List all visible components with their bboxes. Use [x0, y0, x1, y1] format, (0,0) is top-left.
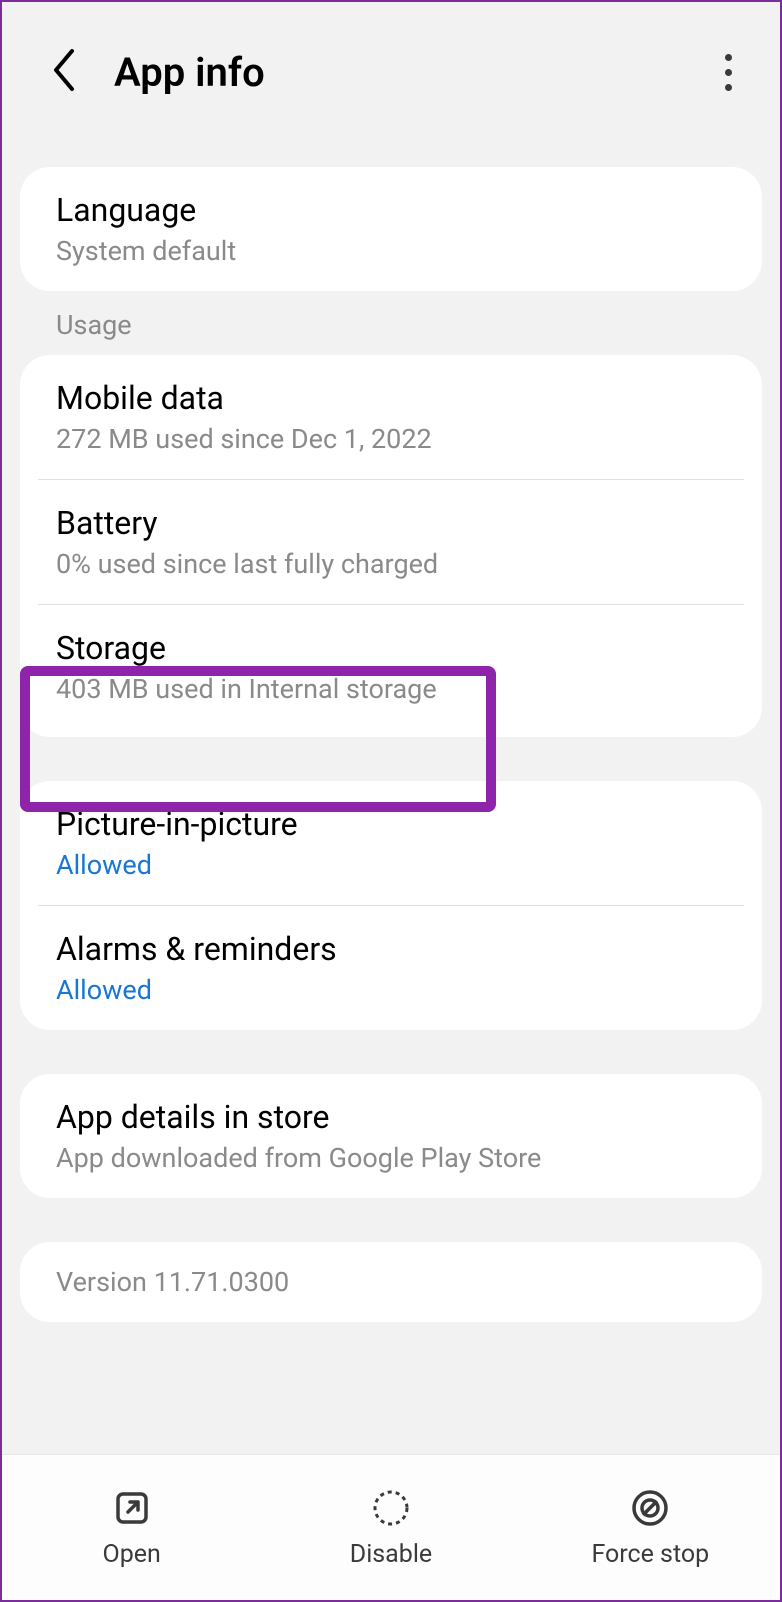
disable-icon	[369, 1486, 413, 1530]
disable-label: Disable	[350, 1540, 432, 1569]
pip-title: Picture-in-picture	[56, 805, 726, 843]
version-card: Version 11.71.0300	[20, 1242, 762, 1322]
open-button[interactable]: Open	[2, 1455, 261, 1600]
version-text: Version 11.71.0300	[56, 1266, 726, 1298]
page-title: App info	[114, 49, 709, 96]
language-title: Language	[56, 191, 726, 229]
battery-item[interactable]: Battery 0% used since last fully charged	[20, 480, 762, 604]
header: App info	[2, 2, 780, 142]
storage-title: Storage	[56, 629, 726, 667]
app-details-card: App details in store App downloaded from…	[20, 1074, 762, 1198]
language-item[interactable]: Language System default	[20, 167, 762, 291]
back-icon[interactable]	[50, 47, 78, 97]
open-icon	[110, 1486, 154, 1530]
storage-item[interactable]: Storage 403 MB used in Internal storage	[20, 605, 762, 737]
language-card: Language System default	[20, 167, 762, 291]
language-subtitle: System default	[56, 235, 726, 267]
mobile-data-item[interactable]: Mobile data 272 MB used since Dec 1, 202…	[20, 355, 762, 479]
disable-button[interactable]: Disable	[261, 1455, 520, 1600]
alarms-title: Alarms & reminders	[56, 930, 726, 968]
battery-title: Battery	[56, 504, 726, 542]
alarms-subtitle: Allowed	[56, 974, 726, 1006]
usage-card: Mobile data 272 MB used since Dec 1, 202…	[20, 355, 762, 737]
pip-subtitle: Allowed	[56, 849, 726, 881]
battery-subtitle: 0% used since last fully charged	[56, 548, 726, 580]
mobile-data-subtitle: 272 MB used since Dec 1, 2022	[56, 423, 726, 455]
storage-subtitle: 403 MB used in Internal storage	[56, 673, 726, 705]
usage-section-label: Usage	[2, 291, 780, 355]
force-stop-button[interactable]: Force stop	[521, 1455, 780, 1600]
more-menu-icon[interactable]	[709, 38, 748, 107]
app-details-item[interactable]: App details in store App downloaded from…	[20, 1074, 762, 1198]
alarms-item[interactable]: Alarms & reminders Allowed	[20, 906, 762, 1030]
force-stop-label: Force stop	[591, 1540, 709, 1569]
force-stop-icon	[628, 1486, 672, 1530]
app-details-subtitle: App downloaded from Google Play Store	[56, 1142, 726, 1174]
pip-item[interactable]: Picture-in-picture Allowed	[20, 781, 762, 905]
mobile-data-title: Mobile data	[56, 379, 726, 417]
open-label: Open	[103, 1540, 161, 1569]
app-details-title: App details in store	[56, 1098, 726, 1136]
permissions-card: Picture-in-picture Allowed Alarms & remi…	[20, 781, 762, 1030]
bottom-action-bar: Open Disable Force stop	[2, 1454, 780, 1600]
